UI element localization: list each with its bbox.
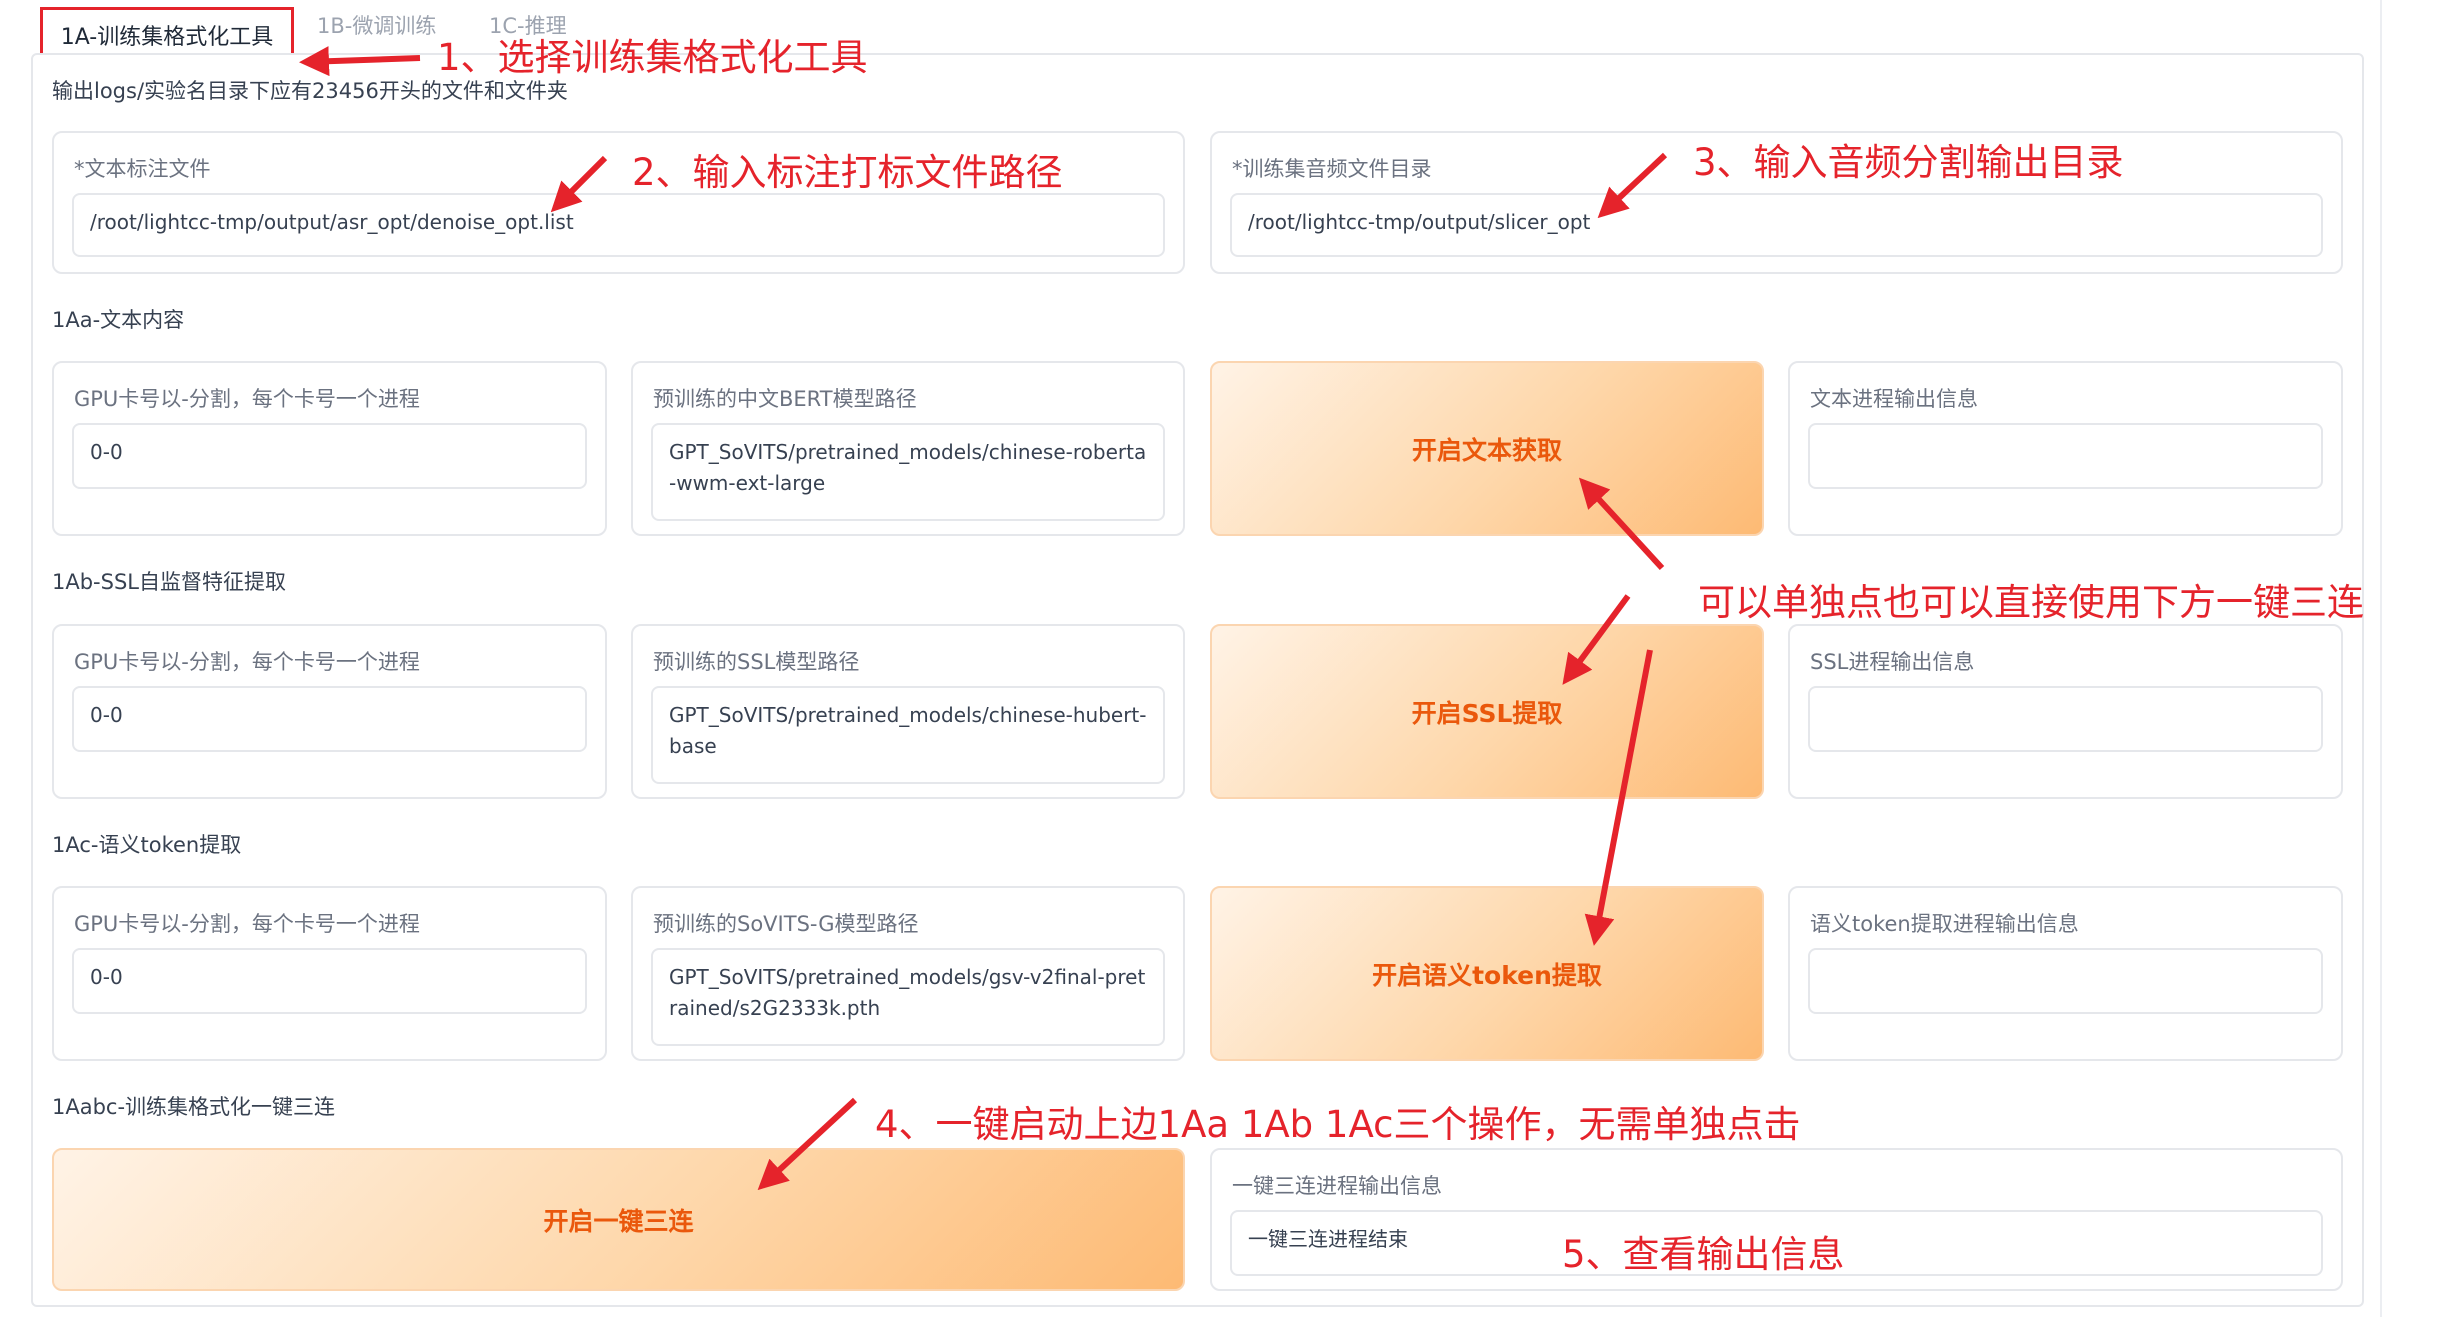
start-token-button[interactable]: 开启语义token提取: [1210, 886, 1764, 1061]
sovits-model-label: 预训练的SoVITS-G模型路径: [653, 912, 919, 936]
gpu-label: GPU卡号以-分割，每个卡号一个进程: [74, 650, 420, 674]
ssl-output-label: SSL进程输出信息: [1810, 650, 1975, 674]
bert-model-input[interactable]: GPT_SoVITS/pretrained_models/chinese-rob…: [651, 423, 1165, 521]
start-text-button[interactable]: 开启文本获取: [1210, 361, 1764, 536]
start-oneclick-button[interactable]: 开启一键三连: [52, 1148, 1185, 1291]
token-output-field[interactable]: [1808, 948, 2323, 1014]
gpu-input-ssl[interactable]: 0-0: [72, 686, 587, 752]
text-output-field[interactable]: [1808, 423, 2323, 489]
sovits-model-input[interactable]: GPT_SoVITS/pretrained_models/gsv-v2final…: [651, 948, 1165, 1046]
gpu-input-text[interactable]: 0-0: [72, 423, 587, 489]
gpu-card-ssl: GPU卡号以-分割，每个卡号一个进程 0-0: [52, 624, 607, 799]
annotation-step-4: 4、一键启动上边1Aa 1Ab 1Ac三个操作，无需单独点击: [875, 1103, 1801, 1146]
gpu-card-text: GPU卡号以-分割，每个卡号一个进程 0-0: [52, 361, 607, 536]
gpu-input-token[interactable]: 0-0: [72, 948, 587, 1014]
oneclick-output-label: 一键三连进程输出信息: [1232, 1174, 1442, 1198]
ssl-output-card: SSL进程输出信息: [1788, 624, 2343, 799]
ssl-model-input[interactable]: GPT_SoVITS/pretrained_models/chinese-hub…: [651, 686, 1165, 784]
gpu-label: GPU卡号以-分割，每个卡号一个进程: [74, 387, 420, 411]
section-title-text: 1Aa-文本内容: [52, 308, 185, 332]
gpu-card-token: GPU卡号以-分割，每个卡号一个进程 0-0: [52, 886, 607, 1061]
scroll-divider: [2380, 0, 2382, 1317]
bert-model-card: 预训练的中文BERT模型路径 GPT_SoVITS/pretrained_mod…: [631, 361, 1185, 536]
bert-model-label: 预训练的中文BERT模型路径: [653, 387, 917, 411]
audio-dir-input[interactable]: /root/lightcc-tmp/output/slicer_opt: [1230, 193, 2323, 257]
annotation-step-2: 2、输入标注打标文件路径: [632, 151, 1063, 194]
text-label-file-label: *文本标注文件: [74, 157, 211, 181]
ssl-model-label: 预训练的SSL模型路径: [653, 650, 860, 674]
annotation-step-3: 3、输入音频分割输出目录: [1693, 141, 2124, 184]
annotation-step-1: 1、选择训练集格式化工具: [437, 36, 868, 79]
section-title-token: 1Ac-语义token提取: [52, 833, 242, 857]
gpu-label: GPU卡号以-分割，每个卡号一个进程: [74, 912, 420, 936]
ssl-model-card: 预训练的SSL模型路径 GPT_SoVITS/pretrained_models…: [631, 624, 1185, 799]
annotation-step-5: 5、查看输出信息: [1562, 1233, 1845, 1276]
audio-dir-label: *训练集音频文件目录: [1232, 157, 1432, 181]
sovits-model-card: 预训练的SoVITS-G模型路径 GPT_SoVITS/pretrained_m…: [631, 886, 1185, 1061]
start-ssl-button[interactable]: 开启SSL提取: [1210, 624, 1764, 799]
section-title-oneclick: 1Aabc-训练集格式化一键三连: [52, 1095, 336, 1119]
text-output-card: 文本进程输出信息: [1788, 361, 2343, 536]
text-label-file-input[interactable]: /root/lightcc-tmp/output/asr_opt/denoise…: [72, 193, 1165, 257]
annotation-individual-or-oneclick: 可以单独点也可以直接使用下方一键三连: [1698, 581, 2364, 624]
section-title-ssl: 1Ab-SSL自监督特征提取: [52, 570, 286, 594]
token-output-label: 语义token提取进程输出信息: [1810, 912, 2079, 936]
token-output-card: 语义token提取进程输出信息: [1788, 886, 2343, 1061]
tab-finetune-train[interactable]: 1B-微调训练: [317, 10, 436, 40]
text-output-label: 文本进程输出信息: [1810, 387, 1978, 411]
ssl-output-field[interactable]: [1808, 686, 2323, 752]
